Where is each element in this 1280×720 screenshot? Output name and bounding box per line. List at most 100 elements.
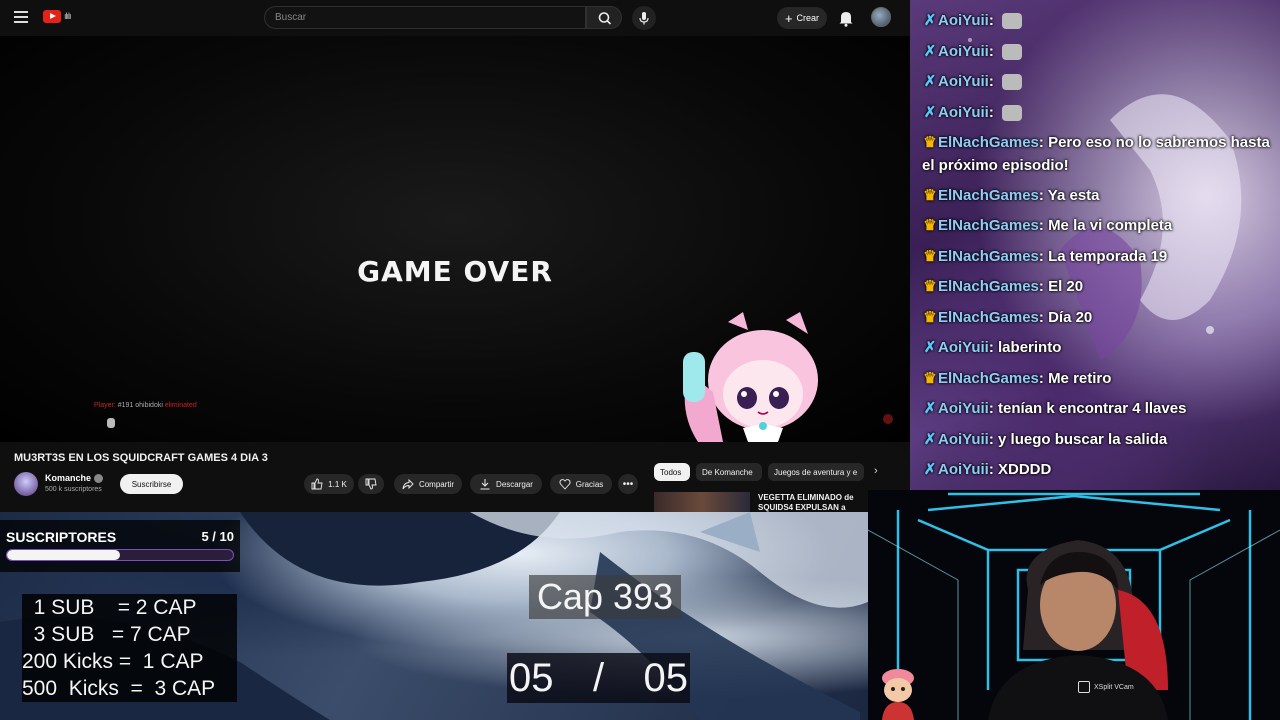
xsplit-logo-icon bbox=[1078, 681, 1090, 693]
rate-row: 1 SUB = 2 CAP bbox=[22, 596, 197, 619]
chapter-label: Cap 393 bbox=[529, 575, 681, 619]
recommended-title[interactable]: VEGETTA ELIMINADO de SQUIDS4 EXPULSAN a bbox=[758, 493, 868, 513]
subs-goal-count: 5 / 10 bbox=[201, 529, 234, 544]
chat-message: ♛ElNachGames: La temporada 19 bbox=[922, 245, 1272, 268]
kill-feed-label: Player: bbox=[94, 402, 116, 409]
xsplit-label: XSplit VCam bbox=[1094, 683, 1134, 691]
recommended-thumbnail[interactable] bbox=[654, 492, 750, 512]
chat-username[interactable]: AoiYuii bbox=[938, 339, 989, 356]
chat-username[interactable]: ElNachGames bbox=[938, 370, 1039, 387]
share-icon bbox=[402, 478, 414, 490]
kill-feed-tag: eliminated bbox=[164, 402, 197, 409]
channel-name-text: Komanche bbox=[45, 473, 92, 483]
thanks-label: Gracias bbox=[575, 479, 604, 489]
chat-colon: : bbox=[988, 43, 999, 60]
chat-username[interactable]: ElNachGames bbox=[938, 278, 1039, 295]
chat-username[interactable]: ElNachGames bbox=[938, 134, 1039, 151]
subs-goal-title: SUSCRIPTORES bbox=[6, 529, 117, 545]
chip-from-channel[interactable]: De Komanche bbox=[696, 463, 762, 481]
stream-chat: ✗ AoiYuii: ✗ AoiYuii: ✗ AoiYuii: ✗ AoiYuii: … bbox=[910, 0, 1280, 490]
chat-message: ♛ElNachGames: Me retiro bbox=[922, 367, 1272, 390]
create-button[interactable]: + Crear bbox=[777, 7, 827, 29]
youtube-logo[interactable]: ılılı bbox=[43, 10, 94, 23]
chat-colon: : bbox=[988, 73, 999, 90]
dislike-button[interactable] bbox=[358, 474, 384, 494]
thumbs-up-icon bbox=[311, 478, 323, 490]
player-kill-feed: Player: #191 ohibidoki eliminated bbox=[94, 402, 197, 409]
xsplit-watermark: XSplit VCam bbox=[1078, 681, 1134, 693]
recommended-title-line-1: VEGETTA ELIMINADO de bbox=[758, 493, 854, 502]
search-input[interactable]: Buscar bbox=[264, 6, 586, 29]
crown-badge-icon: ♛ bbox=[923, 187, 937, 204]
webcam-scene bbox=[868, 490, 1280, 720]
download-button[interactable]: Descargar bbox=[470, 474, 542, 494]
chip-adventure-games[interactable]: Juegos de aventura y e bbox=[768, 463, 864, 481]
game-over-text: GAME OVER bbox=[357, 255, 553, 288]
episode-total: 05 bbox=[643, 655, 689, 700]
crown-badge-icon: ♛ bbox=[923, 309, 937, 326]
chat-username[interactable]: AoiYuii bbox=[938, 43, 989, 60]
chat-username[interactable]: ElNachGames bbox=[938, 187, 1039, 204]
rate-row: 3 SUB = 7 CAP bbox=[22, 623, 191, 646]
chat-message: ✗ AoiYuii: bbox=[922, 40, 1272, 63]
chat-username[interactable]: ElNachGames bbox=[938, 309, 1039, 326]
sword-badge-icon: ✗ bbox=[923, 431, 937, 448]
chat-username[interactable]: AoiYuii bbox=[938, 400, 989, 417]
yt-header: ılılı Buscar + Crear bbox=[0, 0, 910, 36]
search-icon bbox=[598, 12, 612, 25]
sword-badge-icon: ✗ bbox=[923, 73, 937, 90]
cat-emote-icon bbox=[1002, 105, 1023, 122]
chat-colon: : bbox=[988, 104, 999, 121]
chat-colon: : bbox=[988, 400, 999, 417]
chip-all[interactable]: Todos bbox=[654, 463, 690, 481]
voice-search-button[interactable] bbox=[632, 6, 656, 30]
mic-icon bbox=[639, 12, 649, 25]
chat-text: El 20 bbox=[1048, 278, 1084, 295]
search-button[interactable] bbox=[586, 6, 622, 29]
chat-colon: : bbox=[988, 12, 999, 29]
chat-username[interactable]: ElNachGames bbox=[938, 248, 1039, 265]
like-button[interactable]: 1.1 K bbox=[304, 474, 354, 494]
chat-colon: : bbox=[1038, 278, 1049, 295]
thanks-button[interactable]: Gracias bbox=[550, 474, 612, 494]
chat-text: Día 20 bbox=[1048, 309, 1093, 326]
more-actions-button[interactable]: ••• bbox=[618, 474, 638, 494]
account-avatar[interactable] bbox=[871, 7, 891, 27]
subs-goal-progress-bar bbox=[6, 549, 234, 561]
subs-goal-progress-fill bbox=[7, 550, 120, 560]
crown-badge-icon: ♛ bbox=[923, 248, 937, 265]
chevron-right-icon[interactable]: › bbox=[874, 465, 878, 477]
chat-username[interactable]: AoiYuii bbox=[938, 431, 989, 448]
chat-username[interactable]: AoiYuii bbox=[938, 461, 989, 478]
chat-username[interactable]: AoiYuii bbox=[938, 73, 989, 90]
cat-emote-icon bbox=[1002, 44, 1023, 61]
chat-colon: : bbox=[1038, 187, 1048, 204]
chat-username[interactable]: AoiYuii bbox=[938, 104, 989, 121]
chat-message: ♛ElNachGames: Día 20 bbox=[922, 306, 1272, 329]
chat-username[interactable]: AoiYuii bbox=[938, 12, 989, 29]
chat-colon: : bbox=[1038, 134, 1049, 151]
chat-colon: : bbox=[988, 339, 999, 356]
bell-icon[interactable] bbox=[838, 9, 854, 27]
video-player[interactable]: GAME OVER Player: #191 ohibidoki elimina… bbox=[0, 36, 910, 442]
sword-badge-icon: ✗ bbox=[923, 461, 937, 478]
chat-username[interactable]: ElNachGames bbox=[938, 217, 1039, 234]
chat-text: y luego buscar la salida bbox=[998, 431, 1168, 448]
share-button[interactable]: Compartir bbox=[394, 474, 462, 494]
episode-separator: / bbox=[592, 655, 605, 700]
subscribe-button[interactable]: Suscribirse bbox=[120, 474, 183, 494]
chat-text: tenían k encontrar 4 llaves bbox=[998, 400, 1187, 417]
chat-message: ♛ElNachGames: Ya esta bbox=[922, 184, 1272, 207]
menu-icon[interactable] bbox=[14, 11, 28, 23]
sword-badge-icon: ✗ bbox=[923, 400, 937, 417]
channel-avatar[interactable] bbox=[14, 472, 38, 496]
chat-message: ✗ AoiYuii: bbox=[922, 9, 1272, 32]
channel-name[interactable]: Komanche bbox=[45, 473, 104, 484]
doodle-icon: ılılı bbox=[64, 11, 72, 21]
download-label: Descargar bbox=[496, 479, 533, 489]
video-title: MU3RT3S EN LOS SQUIDCRAFT GAMES 4 DIA 3 bbox=[14, 452, 268, 464]
youtube-window: ılılı Buscar + Crear GAME OVER Player: #… bbox=[0, 0, 910, 512]
chat-colon: : bbox=[988, 461, 999, 478]
live-indicator-icon bbox=[883, 414, 893, 424]
chat-message: ✗ AoiYuii: bbox=[922, 101, 1272, 124]
